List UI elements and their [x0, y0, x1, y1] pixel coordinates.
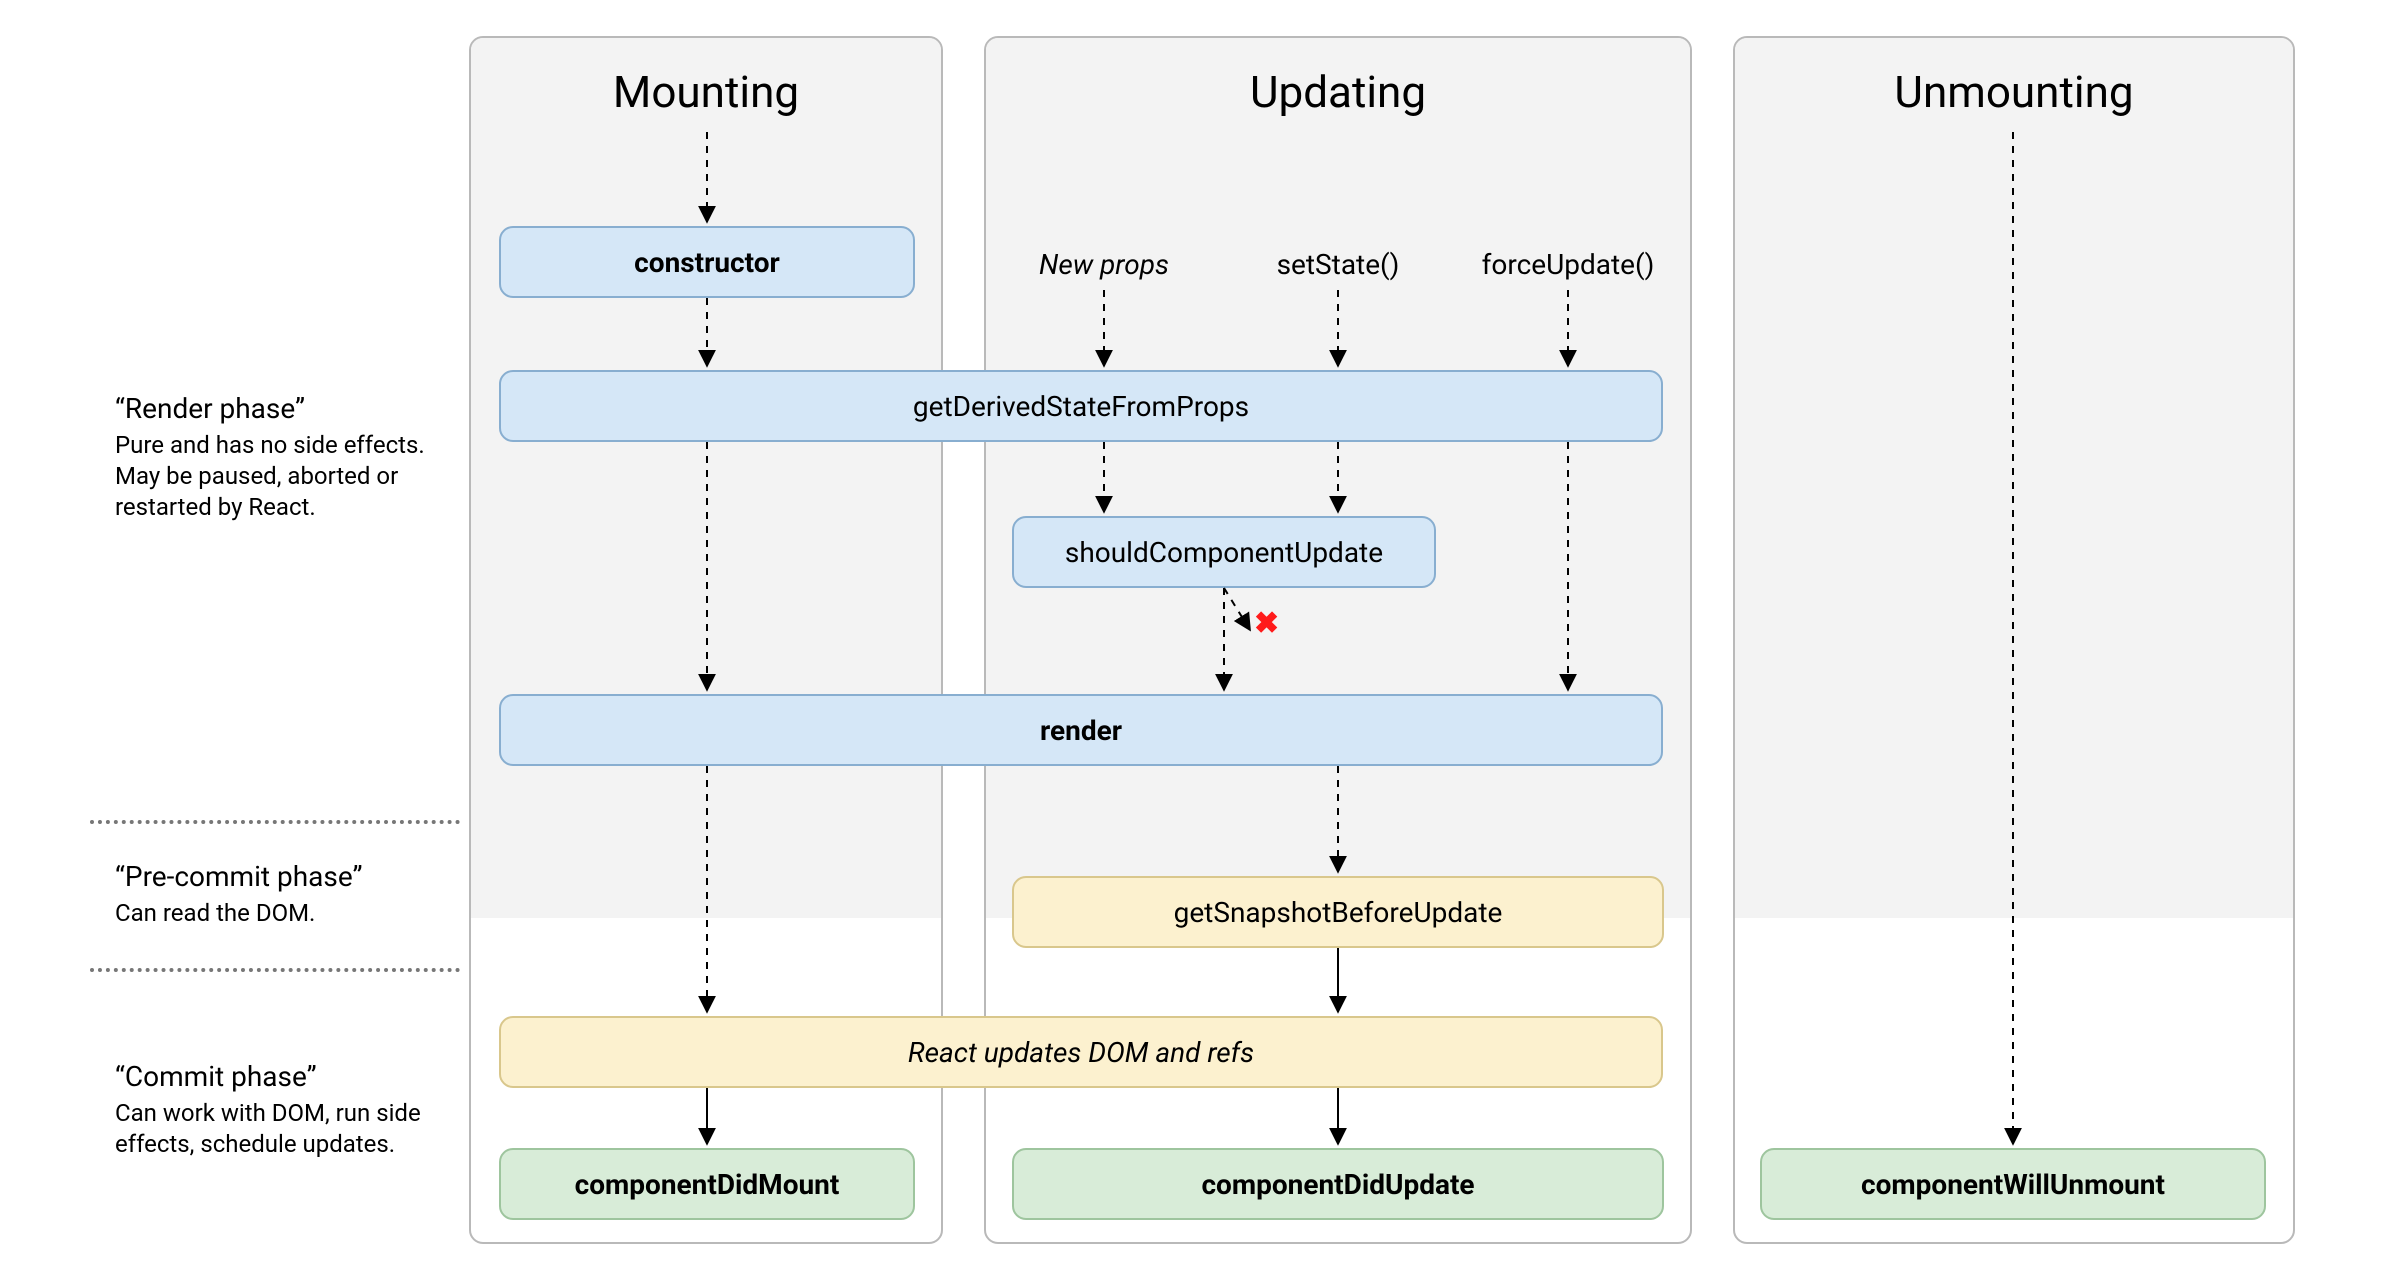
phase-commit-title: “Commit phase”: [115, 1060, 445, 1093]
box-getsnapshotbeforeupdate[interactable]: getSnapshotBeforeUpdate: [1012, 876, 1664, 948]
lifecycle-diagram: Mounting Updating Unmounting “Render pha…: [0, 0, 2388, 1280]
phase-precommit-title: “Pre-commit phase”: [115, 860, 445, 893]
column-updating-header: Updating: [984, 66, 1692, 118]
box-getderivedstatefromprops[interactable]: getDerivedStateFromProps: [499, 370, 1663, 442]
column-mounting-shade: [471, 38, 941, 918]
column-unmounting-header: Unmounting: [1733, 66, 2295, 118]
column-mounting-header: Mounting: [469, 66, 943, 118]
column-unmounting: [1733, 36, 2295, 1244]
box-render[interactable]: render: [499, 694, 1663, 766]
box-shouldcomponentupdate[interactable]: shouldComponentUpdate: [1012, 516, 1436, 588]
phase-precommit-desc: Can read the DOM.: [115, 898, 445, 929]
trigger-setstate: setState(): [1238, 248, 1438, 281]
abort-x-icon: ✖: [1254, 606, 1279, 641]
divider-precommit-commit: [90, 968, 460, 972]
divider-render-precommit: [90, 820, 460, 824]
phase-commit-desc: Can work with DOM, run side effects, sch…: [115, 1098, 445, 1160]
box-react-updates-dom: React updates DOM and refs: [499, 1016, 1663, 1088]
phase-render-desc: Pure and has no side effects. May be pau…: [115, 430, 445, 524]
box-componentdidupdate[interactable]: componentDidUpdate: [1012, 1148, 1664, 1220]
phase-render-title: “Render phase”: [115, 392, 445, 425]
column-updating-shade: [986, 38, 1690, 918]
box-componentdidmount[interactable]: componentDidMount: [499, 1148, 915, 1220]
trigger-new-props: New props: [1004, 248, 1204, 281]
box-componentwillunmount[interactable]: componentWillUnmount: [1760, 1148, 2266, 1220]
trigger-forceupdate: forceUpdate(): [1468, 248, 1668, 281]
column-unmounting-shade: [1735, 38, 2293, 918]
box-constructor[interactable]: constructor: [499, 226, 915, 298]
